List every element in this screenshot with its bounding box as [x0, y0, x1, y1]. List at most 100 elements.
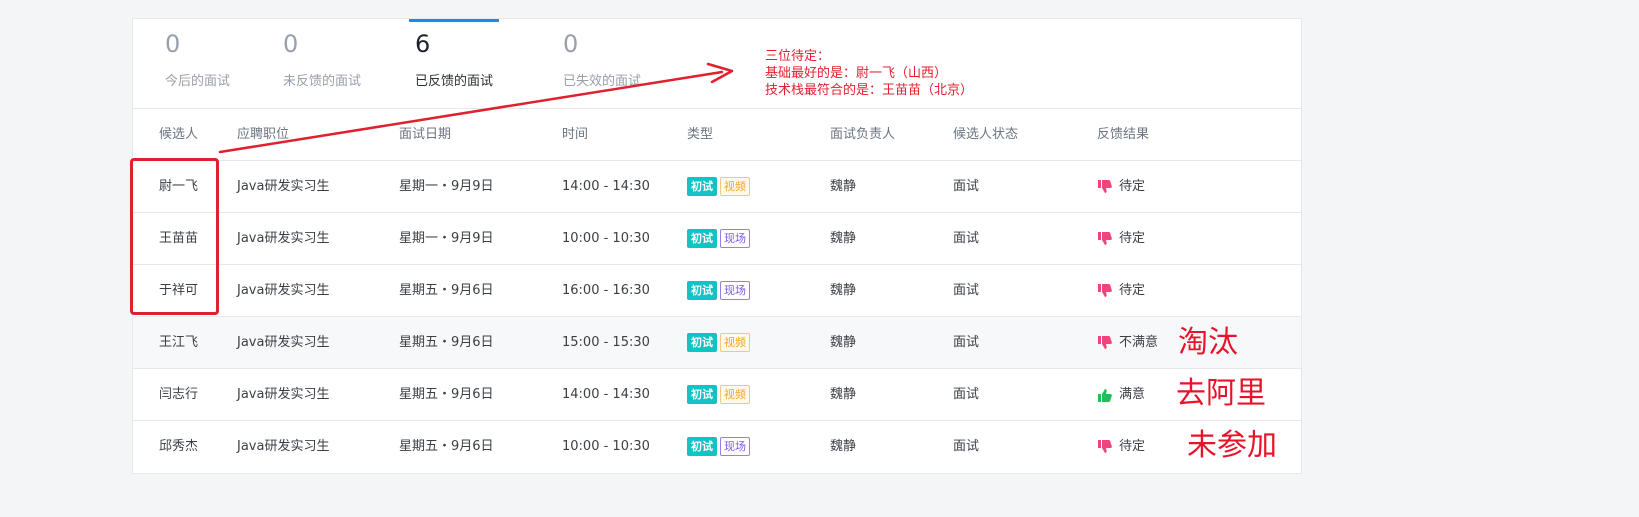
feedback-label: 待定 — [1119, 231, 1146, 246]
interviewer-cell: 魏静 — [830, 283, 857, 298]
type-cell: 初试 视频 — [687, 161, 753, 213]
feedback-cell: 待定 — [1097, 213, 1145, 266]
interviewer-cell: 魏静 — [830, 335, 857, 350]
date-cell: 星期五・9月6日 — [399, 335, 494, 350]
column-header-time[interactable]: 时间 — [562, 109, 588, 161]
table-row[interactable]: 闫志行 Java研发实习生 星期五・9月6日 14:00 - 14:30 初试 视频 魏静 面… — [133, 369, 1301, 421]
status-cell: 面试 — [953, 231, 980, 246]
interview-tabs: 0 今后的面试 0 未反馈的面试 6 已反馈的面试 0 已失效的面试 — [133, 19, 1301, 109]
type-cell: 初试 现场 — [687, 265, 753, 317]
time-cell: 15:00 - 15:30 — [562, 335, 650, 350]
column-header-interviewer[interactable]: 面试负责人 — [830, 109, 895, 161]
table-row[interactable]: 王江飞 Java研发实习生 星期五・9月6日 15:00 - 15:30 初试 视频 魏静 面… — [133, 317, 1301, 369]
interviewer-cell: 魏静 — [830, 387, 857, 402]
time-cell: 10:00 - 10:30 — [562, 231, 650, 246]
column-header-date[interactable]: 面试日期 — [399, 109, 451, 161]
date-cell: 星期五・9月6日 — [399, 387, 494, 402]
active-tab-indicator — [409, 19, 499, 22]
table-header: 候选人 应聘职位 面试日期 时间 类型 面试负责人 候选人状态 反馈结果 — [133, 109, 1301, 161]
tab-feedback-interviews[interactable]: 6 已反馈的面试 — [409, 19, 499, 109]
position-cell: Java研发实习生 — [237, 439, 330, 454]
interview-panel: 0 今后的面试 0 未反馈的面试 6 已反馈的面试 0 已失效的面试 候选人 应… — [132, 18, 1302, 474]
position-cell: Java研发实习生 — [237, 335, 330, 350]
feedback-label: 不满意 — [1119, 335, 1159, 350]
round-tag: 初试 — [687, 333, 717, 352]
interview-table: 候选人 应聘职位 面试日期 时间 类型 面试负责人 候选人状态 反馈结果 尉一飞… — [133, 109, 1301, 473]
type-cell: 初试 视频 — [687, 369, 753, 421]
candidate-name: 邱秀杰 — [159, 439, 199, 454]
mode-tag: 现场 — [720, 229, 750, 248]
feedback-label: 待定 — [1119, 283, 1146, 298]
time-cell: 10:00 - 10:30 — [562, 439, 650, 454]
page: 0 今后的面试 0 未反馈的面试 6 已反馈的面试 0 已失效的面试 候选人 应… — [0, 0, 1639, 517]
round-tag: 初试 — [687, 437, 717, 456]
tab-label: 今后的面试 — [165, 74, 231, 89]
mode-tag: 视频 — [720, 177, 750, 196]
candidate-name: 王江飞 — [159, 335, 199, 350]
tab-label: 已反馈的面试 — [415, 74, 494, 89]
date-cell: 星期一・9月9日 — [399, 231, 494, 246]
round-tag: 初试 — [687, 281, 717, 300]
table-row[interactable]: 王苗苗 Java研发实习生 星期一・9月9日 10:00 - 10:30 初试 现场 魏静面… — [133, 213, 1301, 265]
round-tag: 初试 — [687, 385, 717, 404]
feedback-cell: 待定 — [1097, 421, 1145, 474]
status-cell: 面试 — [953, 387, 980, 402]
round-tag: 初试 — [687, 177, 717, 196]
interviewer-cell: 魏静 — [830, 179, 857, 194]
interviewer-cell: 魏静 — [830, 231, 857, 246]
table-row[interactable]: 邱秀杰 Java研发实习生 星期五・9月6日 10:00 - 10:30 初试 现场 魏静 面… — [133, 421, 1301, 473]
feedback-cell: 不满意 — [1097, 317, 1158, 370]
column-header-feedback[interactable]: 反馈结果 — [1097, 109, 1149, 161]
tab-label: 已失效的面试 — [563, 74, 642, 89]
tab-upcoming-interviews[interactable]: 0 今后的面试 — [133, 19, 251, 109]
table-row[interactable]: 尉一飞 Java研发实习生 星期一・9月9日 14:00 - 14:30 初试 视频 魏静面… — [133, 161, 1301, 213]
tab-count: 0 — [283, 30, 299, 58]
type-cell: 初试 现场 — [687, 421, 753, 473]
mode-tag: 现场 — [720, 437, 750, 456]
mode-tag: 视频 — [720, 385, 750, 404]
feedback-cell: 待定 — [1097, 161, 1145, 214]
feedback-label: 待定 — [1119, 439, 1146, 454]
position-cell: Java研发实习生 — [237, 387, 330, 402]
mode-tag: 现场 — [720, 281, 750, 300]
tab-count: 0 — [563, 30, 579, 58]
thumbs-down-icon — [1098, 180, 1112, 193]
time-cell: 14:00 - 14:30 — [562, 387, 650, 402]
tab-label: 未反馈的面试 — [283, 74, 362, 89]
highlight-box — [130, 158, 219, 315]
tab-count: 0 — [165, 30, 181, 58]
thumbs-down-icon — [1098, 232, 1112, 245]
tab-unfeedback-interviews[interactable]: 0 未反馈的面试 — [251, 19, 377, 109]
annotation-note: 三位待定： 基础最好的是：尉一飞（山西） 技术栈最符合的是：王苗苗（北京） — [765, 48, 973, 99]
type-cell: 初试 现场 — [687, 213, 753, 265]
note-line: 基础最好的是：尉一飞（山西） — [765, 66, 948, 81]
feedback-cell: 满意 — [1097, 369, 1145, 422]
thumbs-up-icon — [1098, 389, 1112, 402]
status-cell: 面试 — [953, 283, 980, 298]
date-cell: 星期五・9月6日 — [399, 439, 494, 454]
round-tag: 初试 — [687, 229, 717, 248]
status-cell: 面试 — [953, 335, 980, 350]
note-line: 技术栈最符合的是：王苗苗（北京） — [765, 83, 974, 98]
date-cell: 星期五・9月6日 — [399, 283, 494, 298]
column-header-position[interactable]: 应聘职位 — [237, 109, 289, 161]
date-cell: 星期一・9月9日 — [399, 179, 494, 194]
thumbs-down-icon — [1098, 440, 1112, 453]
tab-count: 6 — [415, 30, 431, 58]
side-note-alibaba: 去阿里 — [1176, 376, 1266, 411]
tab-expired-interviews[interactable]: 0 已失效的面试 — [531, 19, 661, 109]
candidate-name: 闫志行 — [159, 387, 199, 402]
type-cell: 初试 视频 — [687, 317, 753, 369]
column-header-candidate[interactable]: 候选人 — [159, 109, 198, 161]
table-row[interactable]: 于祥可 Java研发实习生 星期五・9月6日 16:00 - 16:30 初试 现场 魏静面… — [133, 265, 1301, 317]
feedback-label: 待定 — [1119, 179, 1146, 194]
side-note-eliminated: 淘汰 — [1178, 325, 1238, 360]
position-cell: Java研发实习生 — [237, 179, 330, 194]
interviewer-cell: 魏静 — [830, 439, 857, 454]
feedback-label: 满意 — [1119, 387, 1146, 402]
column-header-status[interactable]: 候选人状态 — [953, 109, 1018, 161]
feedback-cell: 待定 — [1097, 265, 1145, 318]
position-cell: Java研发实习生 — [237, 231, 330, 246]
column-header-type[interactable]: 类型 — [687, 109, 713, 161]
status-cell: 面试 — [953, 439, 980, 454]
